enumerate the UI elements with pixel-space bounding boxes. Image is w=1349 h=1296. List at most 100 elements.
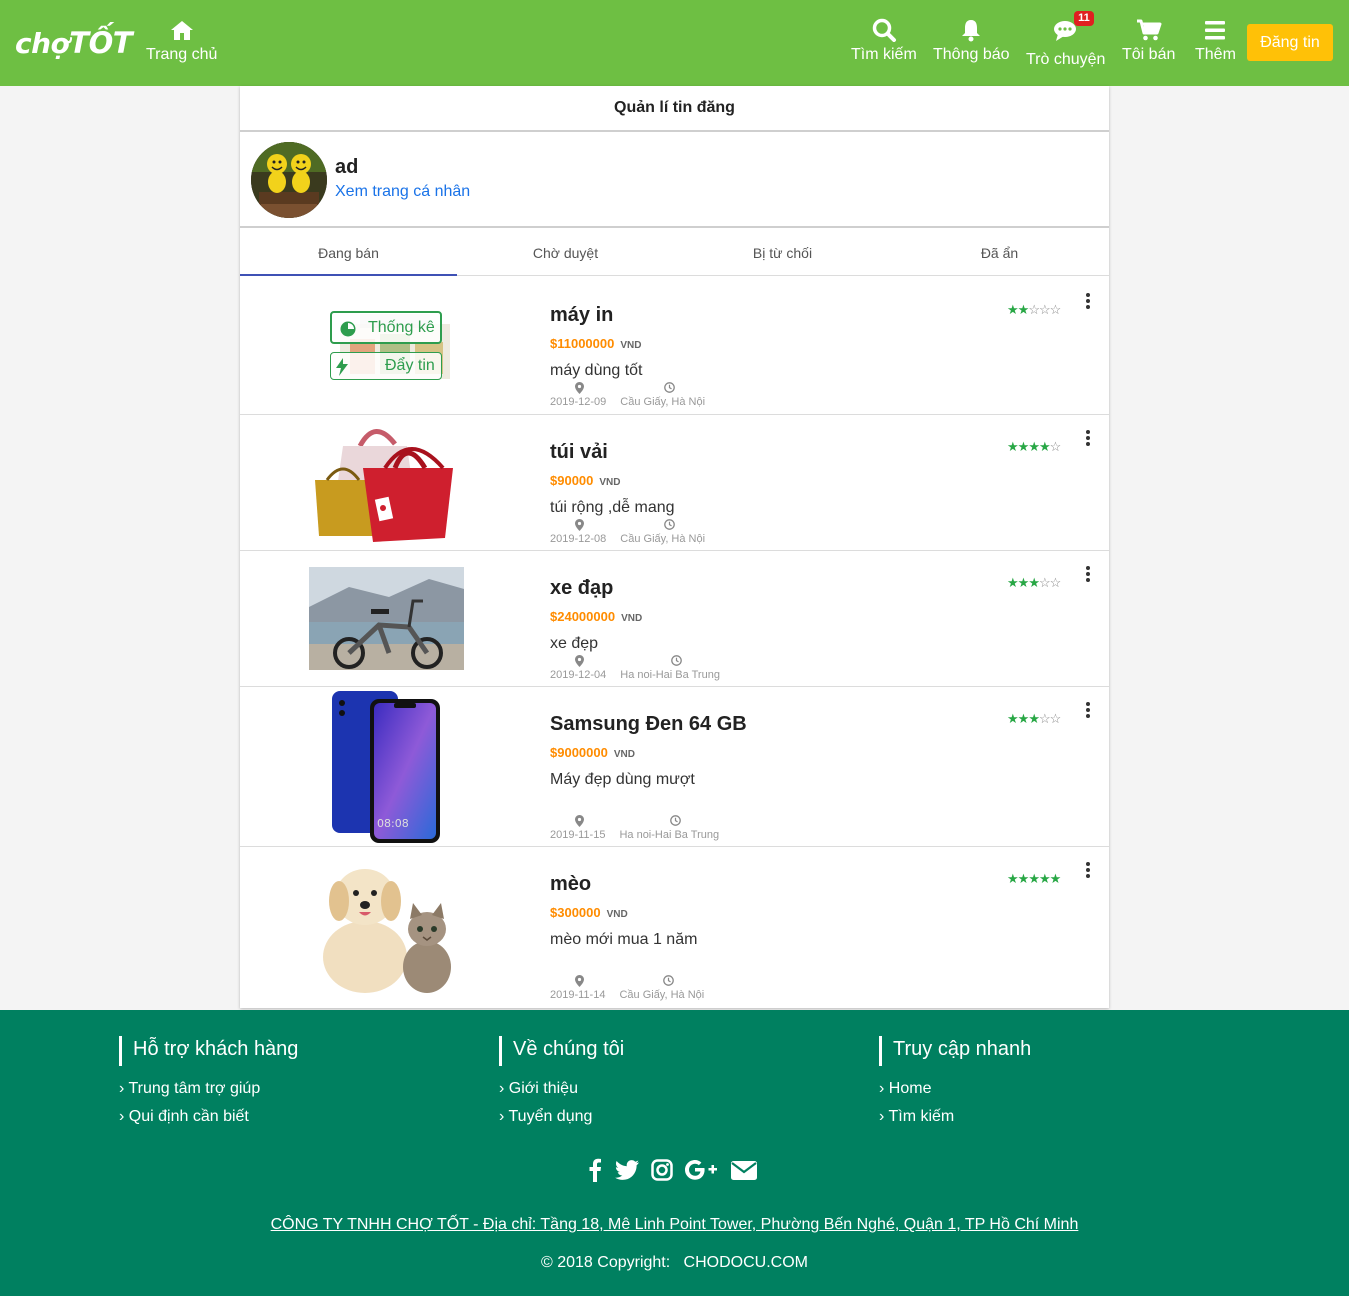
listing-row[interactable]: túi vải $90000 VND túi rộng ,dễ mang 2019… (240, 415, 1109, 551)
listing-row[interactable]: Thống kê Đẩy tin máy in $11000000 VND máy… (240, 278, 1109, 415)
star-filled-icon: ★ (1007, 302, 1019, 317)
clock-icon (670, 815, 681, 826)
star-filled-icon: ★ (1007, 871, 1019, 886)
listing-date: 2019-11-15 (550, 829, 606, 841)
star-empty-icon: ☆ (1049, 439, 1062, 454)
listing-row[interactable]: xe đạp $24000000 VND xe đẹp 2019-12-04 Ha … (240, 551, 1109, 687)
listing-location: Cầu Giấy, Hà Nội (620, 396, 706, 408)
site-link[interactable]: CHODOCU.COM (684, 1254, 808, 1271)
tab-pending[interactable]: Chờ duyệt (457, 228, 674, 276)
listing-title[interactable]: mèo (550, 873, 591, 896)
listing-manager-card: Quản lí tin đăng ad Xem trang cá nhân Đa… (240, 86, 1109, 1008)
instagram-icon[interactable] (651, 1159, 673, 1181)
tab-selling[interactable]: Đang bán (240, 228, 457, 276)
nav-home[interactable]: Trang chủ (146, 18, 217, 64)
listing-image-bicycle[interactable] (309, 567, 464, 670)
logo[interactable]: chợTỐT (15, 26, 132, 60)
star-filled-icon: ★ (1038, 871, 1051, 886)
phone-time: 08:08 (377, 817, 409, 830)
listing-title[interactable]: máy in (550, 304, 613, 327)
listing-description: xe đẹp (550, 635, 599, 652)
view-profile-link[interactable]: Xem trang cá nhân (335, 183, 470, 201)
listing-image-phone[interactable]: 08:08 (330, 689, 442, 845)
footer-support-column: Hỗ trợ khách hàng › Trung tâm trợ giúp ›… (119, 1036, 298, 1126)
footer-heading: Về chúng tôi (499, 1036, 624, 1066)
footer-link-rules[interactable]: › Qui định cần biết (119, 1108, 298, 1126)
map-marker-icon (575, 975, 584, 987)
listing-description: mèo mới mua 1 năm (550, 931, 698, 948)
footer-quick-access-column: Truy cập nhanh › Home › Tìm kiếm (879, 1036, 1031, 1126)
avatar[interactable] (251, 142, 327, 218)
twitter-icon[interactable] (615, 1160, 639, 1180)
clock-icon (663, 975, 674, 986)
listing-image-bags[interactable] (315, 418, 460, 546)
star-filled-icon: ★ (1007, 439, 1019, 454)
listing-date: 2019-12-09 (550, 396, 607, 408)
footer-link-about[interactable]: › Giới thiệu (499, 1080, 624, 1098)
page-title: Quản lí tin đăng (240, 86, 1109, 132)
more-options-icon[interactable] (1086, 566, 1092, 584)
star-empty-icon: ☆ (1038, 302, 1051, 317)
more-options-icon[interactable] (1086, 702, 1092, 720)
listing-meta: 2019-12-08 Cầu Giấy, Hà Nội (550, 533, 705, 545)
nav-chat[interactable]: 11 Trò chuyện (1026, 11, 1105, 69)
copyright: © 2018 Copyright: CHODOCU.COM (541, 1254, 808, 1271)
map-marker-icon (575, 815, 584, 827)
tab-hidden[interactable]: Đã ẩn (891, 228, 1108, 276)
post-listing-button[interactable]: Đăng tin (1247, 24, 1333, 61)
star-filled-icon: ★ (1007, 575, 1019, 590)
google-plus-icon[interactable] (685, 1160, 719, 1180)
rating-stars: ★★★★★ (1007, 871, 1061, 887)
envelope-icon[interactable] (731, 1161, 757, 1180)
star-filled-icon: ★ (1017, 575, 1030, 590)
listing-price: $11000000 VND (550, 336, 642, 351)
star-filled-icon: ★ (1007, 711, 1019, 726)
company-address-link[interactable]: CÔNG TY TNHH CHỢ TỐT - Địa chỉ: Tầng 18,… (0, 1216, 1349, 1234)
star-filled-icon: ★ (1017, 711, 1030, 726)
listing-row[interactable]: mèo $300000 VND mèo mới mua 1 năm 2019-11… (240, 847, 1109, 1008)
more-options-icon[interactable] (1086, 862, 1092, 880)
star-empty-icon: ☆ (1038, 575, 1051, 590)
footer-link-search[interactable]: › Tìm kiếm (879, 1108, 1031, 1126)
statistics-label: Thống kê (368, 319, 435, 336)
star-filled-icon: ★ (1028, 711, 1040, 726)
push-listing-button[interactable]: Đẩy tin (330, 352, 442, 380)
menu-icon (1205, 21, 1226, 40)
clock-icon (664, 382, 675, 393)
listing-price: $9000000 VND (550, 745, 635, 760)
rating-stars: ★★★★☆ (1007, 439, 1062, 455)
listing-location: Cầu Giấy, Hà Nội (619, 989, 705, 1001)
listing-title[interactable]: Samsung Đen 64 GB (550, 713, 747, 736)
nav-my-sales[interactable]: Tôi bán (1122, 18, 1175, 64)
username: ad (335, 156, 359, 178)
listing-row[interactable]: 08:08 Samsung Đen 64 GB $9000000 VND Máy … (240, 687, 1109, 847)
bolt-icon (336, 358, 348, 376)
listing-image-dog-cat[interactable] (315, 857, 463, 997)
listing-tabs: Đang bán Chờ duyệt Bị từ chối Đã ẩn (240, 228, 1109, 276)
nav-search[interactable]: Tìm kiếm (851, 18, 917, 64)
facebook-icon[interactable] (588, 1158, 602, 1182)
nav-more[interactable]: Thêm (1195, 18, 1236, 64)
listing-price: $24000000 VND (550, 609, 643, 624)
nav-home-label: Trang chủ (146, 46, 218, 63)
listing-title[interactable]: xe đạp (550, 577, 613, 600)
search-icon (872, 18, 896, 42)
footer-link-careers[interactable]: › Tuyển dụng (499, 1108, 624, 1126)
map-marker-icon (575, 519, 584, 531)
nav-notifications-label: Thông báo (933, 46, 1010, 63)
listing-meta: 2019-12-04 Ha noi-Hai Ba Trung (550, 669, 720, 681)
clock-icon (664, 519, 675, 530)
listing-title[interactable]: túi vải (550, 441, 608, 464)
statistics-button[interactable]: Thống kê (330, 311, 442, 344)
star-empty-icon: ☆ (1028, 302, 1040, 317)
nav-notifications[interactable]: Thông báo (933, 18, 1010, 64)
listing-date: 2019-12-08 (550, 533, 607, 545)
footer-link-home[interactable]: › Home (879, 1080, 1031, 1098)
more-options-icon[interactable] (1086, 430, 1092, 448)
push-listing-label: Đẩy tin (385, 357, 435, 374)
listing-location: Ha noi-Hai Ba Trung (620, 669, 720, 681)
tab-rejected[interactable]: Bị từ chối (674, 228, 891, 276)
footer-link-help-center[interactable]: › Trung tâm trợ giúp (119, 1080, 298, 1098)
more-options-icon[interactable] (1086, 293, 1092, 311)
clock-icon (671, 655, 682, 666)
